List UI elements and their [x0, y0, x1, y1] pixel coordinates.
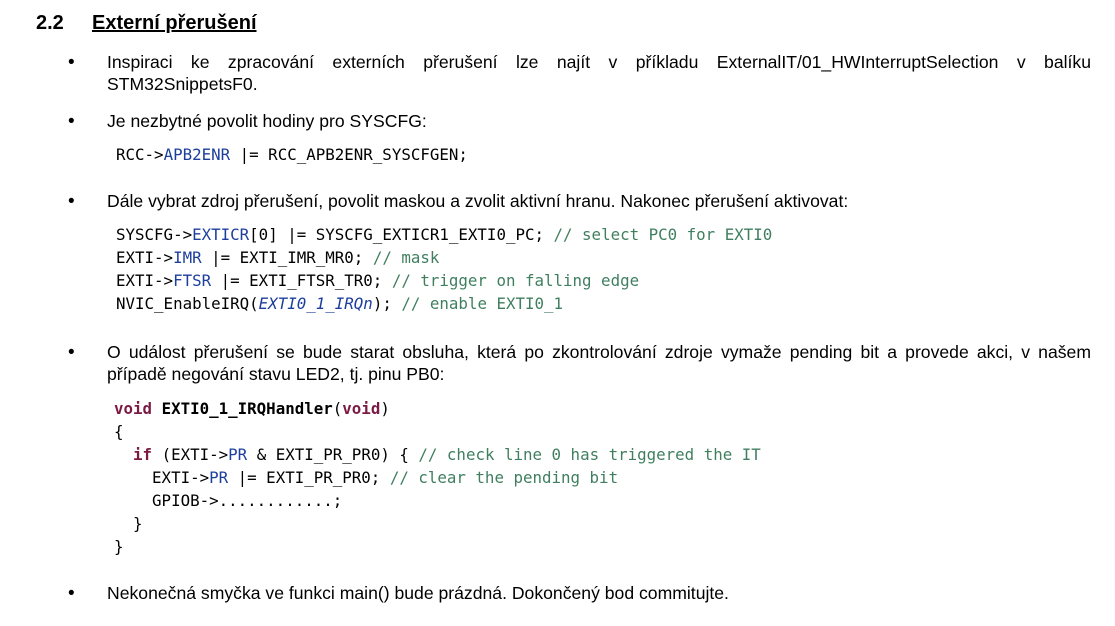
- code-line: EXTI->FTSR |= EXTI_FTSR_TR0; // trigger …: [116, 271, 640, 290]
- code-line: SYSCFG->EXTICR[0] |= SYSCFG_EXTICR1_EXTI…: [116, 225, 773, 244]
- section-number: 2.2: [36, 12, 64, 34]
- code-block-handler: void EXTI0_1_IRQHandler(void) { if (EXTI…: [114, 397, 761, 558]
- section-title: Externí přerušení: [92, 12, 257, 34]
- code-line: void EXTI0_1_IRQHandler(void): [114, 399, 390, 418]
- bullet-icon: •: [68, 583, 75, 604]
- paragraph-interrupt-handler: O událost přerušení se bude starat obslu…: [107, 342, 1091, 384]
- code-line: {: [114, 422, 124, 441]
- code-line: NVIC_EnableIRQ(EXTI0_1_IRQn); // enable …: [116, 294, 564, 313]
- paragraph-enable-clock: Je nezbytné povolit hodiny pro SYSCFG:: [107, 111, 427, 131]
- bullet-icon: •: [68, 191, 75, 212]
- code-line: if (EXTI->PR & EXTI_PR_PR0) { // check l…: [133, 445, 761, 464]
- bullet-icon: •: [68, 52, 75, 73]
- code-line: }: [114, 514, 143, 533]
- code-line: GPIOB->............;: [114, 491, 343, 510]
- bullet-icon: •: [68, 111, 75, 132]
- code-line: RCC->APB2ENR |= RCC_APB2ENR_SYSCFGEN;: [116, 145, 468, 164]
- code-block-exti: SYSCFG->EXTICR[0] |= SYSCFG_EXTICR1_EXTI…: [116, 223, 772, 315]
- code-block-syscfg: RCC->APB2ENR |= RCC_APB2ENR_SYSCFGEN;: [116, 143, 468, 166]
- section-heading: 2.2 Externí přerušení: [36, 10, 257, 36]
- code-line: EXTI->PR |= EXTI_PR_PR0; // clear the pe…: [114, 468, 619, 487]
- code-line: }: [114, 537, 124, 556]
- code-line: EXTI->IMR |= EXTI_IMR_MR0; // mask: [116, 248, 440, 267]
- bullet-icon: •: [68, 342, 75, 363]
- paragraph-exti-setup: Dále vybrat zdroj přerušení, povolit mas…: [107, 191, 849, 211]
- paragraph-inspiration: Inspiraci ke zpracování externích přeruš…: [107, 52, 1091, 94]
- paragraph-main-loop: Nekonečná smyčka ve funkci main() bude p…: [107, 583, 729, 603]
